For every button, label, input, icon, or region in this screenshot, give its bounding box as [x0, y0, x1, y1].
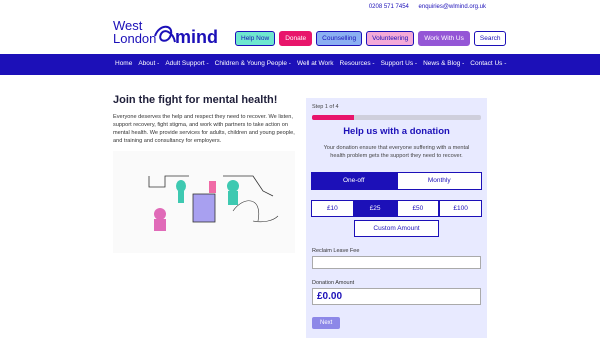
contact-info: 0208 571 7454 enquiries@wlmind.org.uk [361, 4, 486, 10]
email-link[interactable]: enquiries@wlmind.org.uk [419, 4, 486, 10]
reclaim-field[interactable] [312, 256, 481, 269]
mind-swirl-icon [154, 25, 176, 43]
donation-amount-field[interactable]: £0.00 [312, 288, 481, 305]
step-indicator: Step 1 of 4 [312, 104, 339, 110]
donate-button[interactable]: Donate [279, 31, 313, 46]
intro-body: Everyone deserves the help and respect t… [113, 114, 295, 144]
logo-line-2: London [113, 31, 157, 46]
progress-fill [312, 115, 355, 120]
intro-title: Join the fight for mental health! [113, 94, 278, 106]
nav-news-blog[interactable]: News & Blog - [423, 60, 464, 67]
custom-amount-button[interactable]: Custom Amount [354, 220, 439, 237]
donation-amount-label: Donation Amount [312, 280, 355, 286]
quick-links: Help Now Donate Counselling Volunteering… [235, 31, 507, 46]
nav-contact-us[interactable]: Contact Us - [470, 60, 506, 67]
next-button[interactable]: Next [312, 317, 341, 329]
donation-form: Step 1 of 4 Help us with a donation Your… [306, 98, 487, 338]
search-button[interactable]: Search [473, 31, 507, 46]
intro-section: Join the fight for mental health! Everyo… [113, 94, 297, 145]
nav-support-us[interactable]: Support Us - [381, 60, 418, 67]
donation-description: Your donation ensure that everyone suffe… [323, 145, 470, 159]
west-london-mind-logo[interactable]: West London mind [113, 19, 223, 50]
monthly-option[interactable]: Monthly [396, 172, 482, 190]
nav-resources[interactable]: Resources - [340, 60, 375, 67]
volunteering-button[interactable]: Volunteering [366, 31, 415, 46]
reclaim-label: Reclaim Leave Fee [312, 248, 360, 254]
main-nav: Home About - Adult Support - Children & … [0, 54, 600, 75]
nav-home[interactable]: Home [115, 60, 132, 67]
progress-bar [312, 115, 481, 120]
donation-title: Help us with a donation [343, 126, 450, 137]
header: West London mind 0208 571 7454 enquiries… [0, 0, 600, 54]
work-with-us-button[interactable]: Work With Us [418, 31, 470, 46]
counselling-button[interactable]: Counselling [316, 31, 363, 46]
nav-about[interactable]: About - [138, 60, 159, 67]
amount-10-button[interactable]: £10 [311, 200, 354, 217]
one-off-option[interactable]: One-off [311, 172, 397, 190]
nav-adult-support[interactable]: Adult Support - [165, 60, 208, 67]
amount-100-button[interactable]: £100 [439, 200, 482, 217]
illustration [113, 151, 295, 253]
frequency-toggle: One-off Monthly [311, 172, 482, 190]
people-illustration [148, 175, 279, 231]
amount-50-button[interactable]: £50 [396, 200, 440, 217]
nav-well-at-work[interactable]: Well at Work [297, 60, 334, 67]
amount-options: £10 £25 £50 £100 [311, 200, 482, 217]
nav-children-young-people[interactable]: Children & Young People - [215, 60, 291, 67]
phone-link[interactable]: 0208 571 7454 [369, 4, 409, 10]
help-now-button[interactable]: Help Now [235, 31, 276, 46]
amount-25-button[interactable]: £25 [353, 200, 397, 217]
logo-mind: mind [175, 27, 218, 47]
